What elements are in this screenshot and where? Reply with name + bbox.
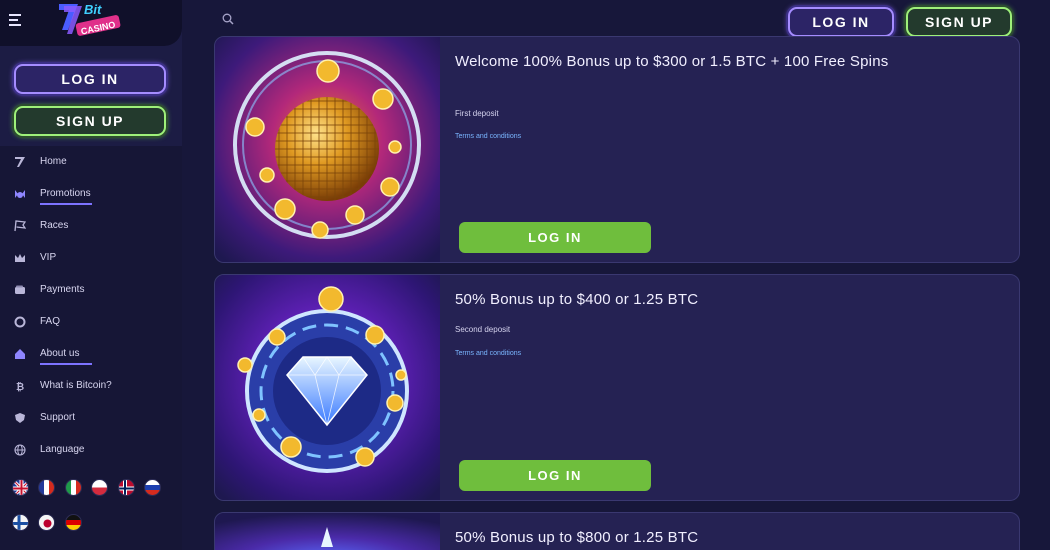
terms-link[interactable]: Terms and conditions bbox=[455, 133, 521, 140]
nav-label-payments: Payments bbox=[40, 284, 85, 295]
shield-icon bbox=[15, 413, 25, 423]
promo-subtitle: First deposit bbox=[455, 109, 499, 118]
terms-link[interactable]: Terms and conditions bbox=[455, 350, 521, 357]
nav-label-what-is-bitcoin: What is Bitcoin? bbox=[40, 380, 112, 391]
nav-item-races[interactable]: Races bbox=[0, 212, 182, 240]
diamond-chip-image bbox=[215, 275, 440, 500]
sidebar-signup-button[interactable]: SIGN UP bbox=[14, 106, 166, 136]
hamburger-menu-icon[interactable] bbox=[9, 14, 23, 28]
disco-ball-image bbox=[215, 37, 440, 262]
promo-card-third-deposit: 50% Bonus up to $800 or 1.25 BTC bbox=[214, 512, 1020, 550]
active-underline bbox=[40, 363, 92, 365]
promo-card-second-deposit: 50% Bonus up to $400 or 1.25 BTC Second … bbox=[214, 274, 1020, 501]
nav-label-vip: VIP bbox=[40, 252, 57, 263]
crown-icon bbox=[15, 254, 25, 262]
flag-russia[interactable] bbox=[144, 479, 161, 496]
nav-label-races: Races bbox=[40, 220, 69, 231]
home-icon bbox=[15, 349, 25, 359]
sidebar-login-button[interactable]: LOG IN bbox=[14, 64, 166, 94]
globe-icon bbox=[14, 444, 26, 456]
nav-item-promotions[interactable]: Promotions bbox=[0, 180, 182, 208]
bitcoin-icon: ₿ bbox=[16, 381, 24, 392]
active-underline bbox=[40, 203, 92, 205]
svg-text:Bit: Bit bbox=[84, 2, 102, 17]
nav-label-support: Support bbox=[40, 412, 76, 423]
promo-title: Welcome 100% Bonus up to $300 or 1.5 BTC… bbox=[455, 53, 889, 70]
nav-label-promotions: Promotions bbox=[40, 188, 91, 199]
lifebuoy-icon bbox=[14, 316, 26, 328]
flag-japan[interactable] bbox=[38, 514, 55, 531]
nav-item-home[interactable]: Home bbox=[0, 148, 182, 176]
nav-item-faq[interactable]: FAQ bbox=[0, 308, 182, 336]
nav-item-support[interactable]: Support bbox=[0, 404, 182, 432]
logo-7-icon bbox=[15, 157, 25, 167]
nav-item-about-us[interactable]: About us bbox=[0, 340, 182, 368]
sidebar-header: Bit CASINO bbox=[0, 0, 182, 46]
flag-uk[interactable] bbox=[12, 479, 29, 496]
nav-label-home: Home bbox=[40, 156, 67, 167]
promotions-icon bbox=[15, 190, 25, 198]
flag-finland[interactable] bbox=[12, 514, 29, 531]
flag-germany[interactable] bbox=[65, 514, 82, 531]
nav-item-what-is-bitcoin[interactable]: ₿ What is Bitcoin? bbox=[0, 372, 182, 400]
race-flag-icon bbox=[14, 220, 26, 232]
nav-item-vip[interactable]: VIP bbox=[0, 244, 182, 272]
search-icon[interactable] bbox=[222, 13, 234, 25]
promo-login-button[interactable]: LOG IN bbox=[459, 460, 651, 491]
site-logo[interactable]: Bit CASINO bbox=[56, 0, 124, 44]
star-image bbox=[215, 513, 440, 550]
flag-france[interactable] bbox=[38, 479, 55, 496]
nav-label-faq: FAQ bbox=[40, 316, 61, 327]
promo-subtitle: Second deposit bbox=[455, 325, 511, 334]
promo-title: 50% Bonus up to $800 or 1.25 BTC bbox=[455, 529, 699, 546]
nav-item-payments[interactable]: Payments bbox=[0, 276, 182, 304]
flag-norway[interactable] bbox=[118, 479, 135, 496]
nav-label-about-us: About us bbox=[40, 348, 80, 359]
promo-login-button[interactable]: LOG IN bbox=[459, 222, 651, 253]
sidebar: Bit CASINO LOG IN SIGN UP Home Promotion… bbox=[0, 0, 182, 550]
svg-text:₿: ₿ bbox=[16, 381, 24, 392]
wallet-icon bbox=[15, 285, 25, 294]
flag-italy[interactable] bbox=[65, 479, 82, 496]
header-signup-button[interactable]: SIGN UP bbox=[906, 7, 1012, 37]
nav-label-language: Language bbox=[40, 444, 85, 455]
promo-card-welcome: Welcome 100% Bonus up to $300 or 1.5 BTC… bbox=[214, 36, 1020, 263]
header-login-button[interactable]: LOG IN bbox=[788, 7, 894, 37]
nav-item-language[interactable]: Language bbox=[0, 436, 182, 464]
promo-title: 50% Bonus up to $400 or 1.25 BTC bbox=[455, 291, 699, 308]
flag-poland[interactable] bbox=[91, 479, 108, 496]
